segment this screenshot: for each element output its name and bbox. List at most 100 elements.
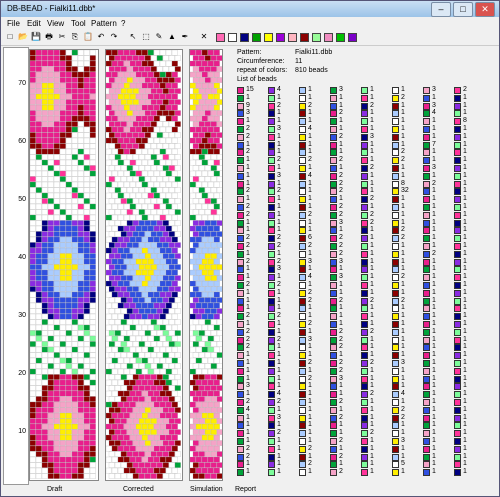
bead-count: 2 [401,405,405,413]
bead-count: 1 [370,179,374,187]
bead-count: 32 [401,187,409,195]
bead-count: 1 [339,288,343,296]
bead-color-swatch [237,274,244,282]
bead-color-swatch [392,399,399,406]
fill-icon[interactable]: ▲ [167,32,177,42]
select-icon[interactable]: ⬚ [141,32,151,42]
bead-color-swatch [299,399,306,406]
bead-count: 1 [463,242,467,249]
bead-count: 1 [401,101,405,109]
save-icon[interactable]: 💾 [31,32,41,42]
corrected-panel[interactable] [105,49,183,481]
toolbar: □ 📂 💾 🖶 ✂ ⎘ 📋 ↶ ↷ ↖ ⬚ ✎ ▲ ✒ ✕ [1,31,499,46]
paste-icon[interactable]: 📋 [83,32,93,42]
bead-count: 1 [246,296,250,304]
color-swatch[interactable] [300,33,309,42]
bead-color-swatch [361,126,368,133]
bead-color-swatch [268,235,275,243]
bead-color-swatch [237,336,244,344]
bead-count: 1 [401,444,405,452]
close-icon[interactable]: ✕ [199,32,209,42]
pencil-icon[interactable]: ✎ [154,32,164,42]
menu-pattern[interactable]: Pattern [91,19,117,28]
bead-count: 1 [339,390,343,398]
copy-icon[interactable]: ⎘ [70,32,80,42]
redo-icon[interactable]: ↷ [109,32,119,42]
bead-color-swatch [268,126,275,133]
bead-color-swatch [299,274,306,282]
color-swatch[interactable] [312,33,321,42]
color-swatch[interactable] [336,33,345,42]
menu-file[interactable]: File [7,19,20,28]
bead-color-swatch [361,235,368,243]
color-swatch[interactable] [276,33,285,42]
bead-color-swatch [454,321,461,328]
menu-view[interactable]: View [47,19,64,28]
bead-color-swatch [392,219,399,227]
print-icon[interactable]: 🖶 [44,32,54,42]
bead-color-swatch [392,352,399,360]
bead-color-swatch [392,321,399,328]
bead-count: 1 [401,398,405,405]
bead-count: 1 [339,117,343,125]
color-swatch[interactable] [240,33,249,42]
draft-panel[interactable] [29,49,99,481]
bead-count: 1 [370,234,374,242]
bead-color-swatch [268,250,275,258]
color-swatch[interactable] [324,33,333,42]
maximize-button[interactable]: □ [453,2,473,17]
bead-color-swatch [237,344,244,352]
bead-color-swatch [392,180,399,188]
bead-color-swatch [330,383,337,391]
color-swatch[interactable] [264,33,273,42]
close-button[interactable]: ✕ [475,2,495,17]
bead-count: 1 [246,218,250,226]
bead-count: 2 [339,249,343,257]
tab-simulation[interactable]: Simulation [190,486,223,493]
bead-count: 1 [246,359,250,366]
bead-count: 1 [370,156,374,164]
tab-corrected[interactable]: Corrected [123,486,154,493]
simulation-panel[interactable] [189,49,223,481]
bead-count: 1 [463,288,467,296]
color-swatch[interactable] [348,33,357,42]
bead-count: 4 [246,405,250,413]
bead-color-swatch [268,266,275,274]
arrow-icon[interactable]: ↖ [128,32,138,42]
bead-count: 1 [401,288,405,296]
bead-count: 2 [370,164,374,171]
color-swatch[interactable] [288,33,297,42]
bead-color-swatch [299,360,306,367]
bead-color-swatch [423,321,430,328]
menu-help[interactable]: ? [121,19,125,28]
tab-draft[interactable]: Draft [47,486,62,493]
bead-count: 1 [277,444,281,452]
tab-report[interactable]: Report [235,486,256,493]
minimize-button[interactable]: – [431,2,451,17]
bead-color-swatch [423,157,430,165]
bead-count: 1 [370,281,374,288]
bead-color-swatch [361,461,368,469]
bead-count: 1 [246,195,250,203]
bead-color-swatch [423,313,430,321]
bead-count: 2 [339,242,343,249]
bead-count: 1 [339,405,343,413]
color-swatch[interactable] [252,33,261,42]
bead-count: 1 [432,382,436,390]
color-swatch[interactable] [216,33,225,42]
bead-count: 1 [370,148,374,156]
bead-color-swatch [268,282,275,289]
bead-count: 1 [277,366,281,374]
new-icon[interactable]: □ [5,32,15,42]
color-swatch[interactable] [228,33,237,42]
bead-color-swatch [423,196,430,204]
menu-edit[interactable]: Edit [27,19,41,28]
bead-color-swatch [268,453,275,461]
bead-count: 1 [308,327,312,335]
eyedropper-icon[interactable]: ✒ [180,32,190,42]
undo-icon[interactable]: ↶ [96,32,106,42]
bead-color-swatch [454,430,461,438]
open-icon[interactable]: 📂 [18,32,28,42]
menu-tool[interactable]: Tool [71,19,86,28]
cut-icon[interactable]: ✂ [57,32,67,42]
